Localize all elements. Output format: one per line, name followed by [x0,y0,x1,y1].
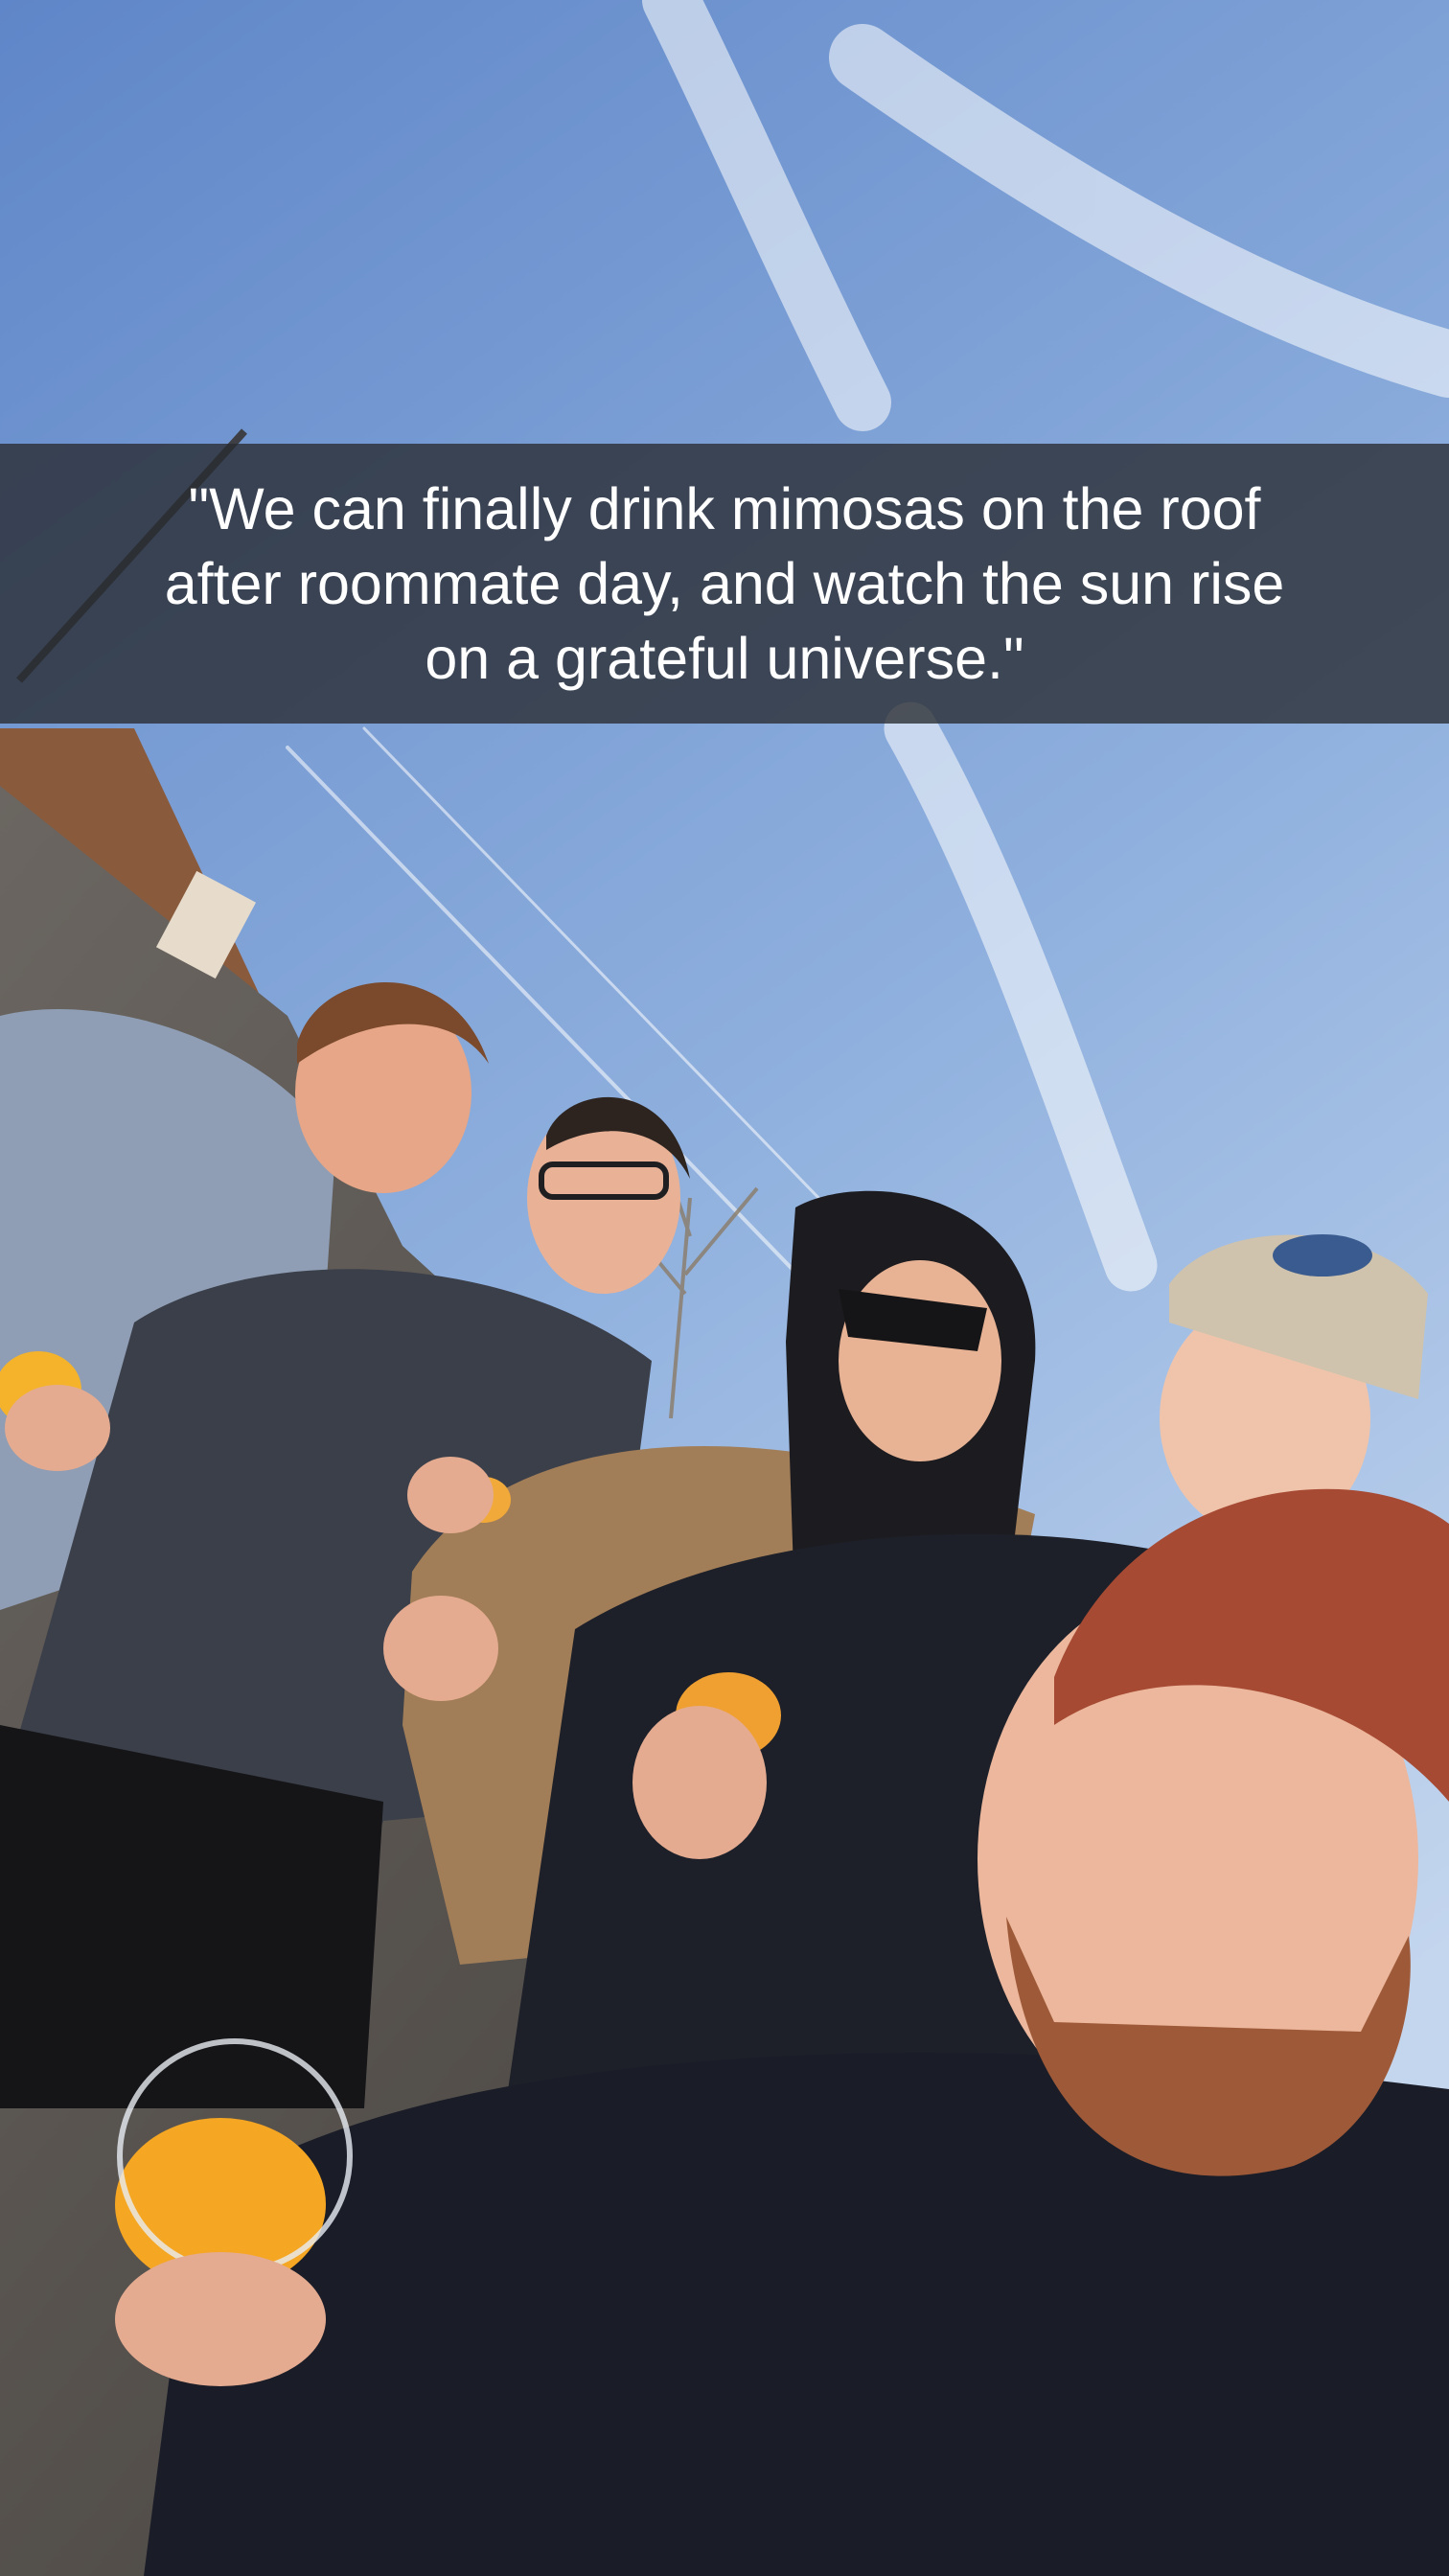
caption-text: "We can finally drink mimosas on the roo… [164,476,1285,691]
caption-bar: "We can finally drink mimosas on the roo… [0,444,1449,724]
selfie-photo [0,0,1449,2576]
